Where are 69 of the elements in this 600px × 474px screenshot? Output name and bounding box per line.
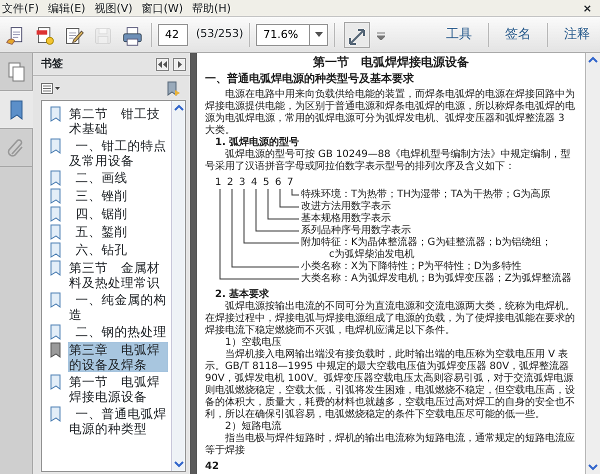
diagram-label: 特殊环境：T为热带；TH为湿带；TA为干热带；G为高原 (301, 189, 552, 200)
collapse-panel-button[interactable] (156, 58, 169, 70)
zoom-field[interactable]: 71.6% (256, 24, 310, 46)
panel-title: 书签 (41, 56, 63, 72)
section-title: 第一节 电弧焊焊接电源设备 (312, 55, 470, 69)
zoom-dropdown-button[interactable] (310, 24, 328, 46)
task-button[interactable]: 签名 (495, 24, 541, 44)
bookmark-item[interactable]: 第二节 钳工技术基础 (68, 106, 168, 136)
subheading: 2. 基本要求 (214, 289, 270, 300)
menu-item[interactable]: 文件(F) (0, 0, 46, 16)
bookmark-item[interactable]: 第三章 电弧焊的设备及焊条 (68, 342, 168, 372)
task-button[interactable]: 工具 (436, 24, 482, 44)
close-button[interactable]: × (582, 0, 600, 16)
diagram-label: 系列品种序号用数字表示 (301, 225, 412, 236)
expand-panel-button[interactable] (173, 58, 186, 70)
diagram-label: 基本规格用数字表示 (301, 213, 392, 224)
paragraph: 弧焊电源按输出电流的不同可分为直流电源和交流电源两大类，统称为电焊机。在焊接过程中，焊接电弧与焊接电源组成了电源的负载，为了使焊接电弧能在要求的焊接电流下稳定燃烧而不灭弧，电焊机应满足以下条件。 (205, 301, 576, 336)
menu-item[interactable]: 编辑(E) (46, 0, 92, 16)
bookmark-item[interactable]: 六、钻孔 (68, 242, 168, 257)
list-item-heading: 2）短路电流 (224, 421, 282, 432)
page-count: (53/253) (196, 26, 244, 42)
diagram-label: c为弧焊柴油发电机 (328, 249, 416, 260)
bookmark-icon (166, 80, 182, 97)
bookmark-item[interactable]: 二、画线 (68, 170, 168, 185)
bookmark-item[interactable]: 一、钳工的特点及常用设备 (68, 138, 168, 168)
print-icon (121, 25, 143, 48)
diagram-label: 附加特征：K为晶体整流器；G为硅整流器；b为铝绕组； (301, 237, 553, 248)
expand-arrows-icon (348, 28, 366, 46)
task-button[interactable]: 注释 (554, 24, 600, 44)
fit-page-button[interactable] (344, 22, 370, 48)
menu-item[interactable]: 帮助(H) (190, 0, 238, 16)
bookmark-item[interactable]: 一、纯金属的构造 (68, 292, 168, 322)
pages-icon (6, 61, 27, 84)
bookmark-item[interactable]: 四、锯削 (68, 206, 168, 221)
diagram-label: 改进方法用数字表示 (301, 201, 392, 212)
bookmark-item[interactable]: 第三节 金属材料及热处理常识 (68, 260, 168, 290)
model-digit: 2 (227, 177, 234, 189)
model-digit: 6 (275, 177, 282, 189)
bookmark-item[interactable]: 三、锉削 (68, 188, 168, 203)
bookmark-item[interactable]: 二、钢的热处理 (68, 324, 168, 339)
subheading: 1. 弧焊电源的型号 (214, 137, 300, 148)
paragraph: 弧焊电源的型号可按 GB 10249—88《电焊机型号编制方法》中规定编制，型号采用了汉语拼音字母或阿拉伯数字表示型号的排列次序及含义如下： (205, 149, 572, 173)
section-heading: 一、普通电弧焊电源的种类型号及基本要求 (205, 73, 415, 85)
paragraph: 电源在电路中用来向负载供给电能的装置，而焊条电弧焊的电源在焊接回路中为焊接电源提供电能，为区别于普通电源和焊条电弧焊的电源，所以称焊条电弧焊的电源为电弧焊电源，常用的弧焊电源可分为弧焊发电机、弧焊变压器和弧焊整流器 3 大类。 (205, 89, 576, 136)
model-digit: 5 (263, 177, 270, 189)
side-panel-tab[interactable] (0, 91, 33, 129)
caret-icon (377, 32, 386, 40)
bookmark-item[interactable]: 一、普通电弧焊电源的种类型 (68, 406, 168, 436)
page-number: 42 (205, 461, 220, 473)
caret-icon (314, 32, 323, 37)
menu-item[interactable]: 窗口(W) (140, 0, 190, 16)
diagram-label: 小类名称：X为下降特性；P为平特性；D为多特性 (301, 261, 523, 272)
scrollbar[interactable] (171, 101, 185, 471)
bookmark-item[interactable]: 五、錾削 (68, 224, 168, 239)
paragraph: 指当电极与焊件短路时，焊机的输出电流称为短路电流，通常规定的短路电流应等于焊接 (205, 433, 576, 457)
model-digit: 1 (215, 177, 222, 189)
new-document-icon (34, 25, 56, 48)
list-options-icon (41, 82, 61, 95)
diagram-label: 大类名称：A为弧焊发电机；B为弧焊变压器；Z为弧焊整流器 (301, 273, 572, 285)
list-item-heading: 1）空载电压 (224, 337, 282, 348)
double-left-arrow-icon (157, 58, 168, 70)
menu-item[interactable]: 视图(V) (92, 0, 140, 16)
model-digit: 3 (239, 177, 246, 189)
scrollbar[interactable] (585, 53, 600, 474)
bookmark-item[interactable]: 第一节 电弧焊焊接电源设备 (68, 374, 168, 404)
model-digit: 4 (251, 177, 258, 189)
paragraph: 当焊机接入电网输出端没有接负载时，此时输出端的电压称为空载电压用 V 表示。GB/T 8118—1995 中规定的最大空载电压值为弧焊变压器 80V，弧焊整流器 90V，弧焊发电机 100V。弧焊变压器空载电压太高则容易引弧，对于交流弧焊电源则电弧燃烧稳定，空载太低，引弧将发生困难，电弧燃烧不稳定，但空载电压高，设备的体积大，质量大，耗费的材料也就越多，空载电压过高对焊工的自身的安全也不利，所以在确保引弧容易，电弧燃烧稳定的条件下空载电压尽可能的低一些。 (205, 349, 576, 420)
page-number-field[interactable]: 42 (158, 24, 188, 46)
model-digit: 7 (287, 177, 294, 189)
